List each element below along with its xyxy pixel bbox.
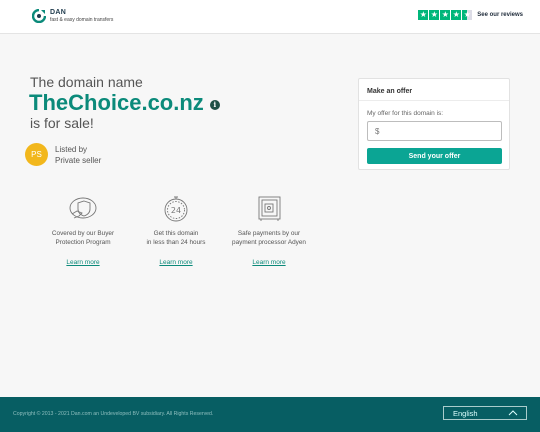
feature-text-line: payment processor Adyen <box>232 239 306 246</box>
see-reviews-link[interactable]: See our reviews <box>477 12 523 18</box>
feature-fast-transfer: 24 Get this domain in less than 24 hours… <box>131 194 221 269</box>
language-selector[interactable]: English <box>443 406 527 420</box>
send-offer-button[interactable]: Send your offer <box>367 148 502 164</box>
feature-safe-payments: Safe payments by our payment processor A… <box>224 194 314 269</box>
language-label: English <box>453 408 478 418</box>
domain-lead-text: The domain name <box>30 74 143 90</box>
chevron-up-icon <box>508 409 518 417</box>
offer-title: Make an offer <box>359 79 509 101</box>
svg-text:24: 24 <box>171 206 181 215</box>
feature-text-line: in less than 24 hours <box>146 239 206 246</box>
feature-text-line: Covered by our Buyer <box>51 230 115 237</box>
star-icon: ★ <box>451 10 462 20</box>
clock-24-icon: 24 <box>161 194 191 224</box>
site-footer: Copyright © 2013 - 2021 Dan.com an Undev… <box>0 397 540 432</box>
seller-info: PS Listed by Private seller <box>25 143 101 166</box>
rating-stars: ★ ★ ★ ★ ★ <box>418 10 473 20</box>
feature-text-line: Protection Program <box>55 239 111 246</box>
learn-more-link[interactable]: Learn more <box>66 259 99 266</box>
star-icon: ★ <box>418 10 429 20</box>
dan-logo[interactable]: DAN fast & easy domain transfers <box>31 8 114 24</box>
site-header: DAN fast & easy domain transfers ★ ★ ★ ★… <box>0 0 540 34</box>
learn-more-link[interactable]: Learn more <box>159 259 192 266</box>
for-sale-text: is for sale! <box>30 115 94 131</box>
brand-name: DAN <box>50 9 67 16</box>
half-star-icon: ★ <box>462 10 473 20</box>
seller-name: Private seller <box>55 155 102 165</box>
copyright-text: Copyright © 2013 - 2021 Dan.com an Undev… <box>13 411 214 417</box>
safe-icon <box>254 194 284 224</box>
dan-logo-icon <box>31 8 47 24</box>
brand-tagline: fast & easy domain transfers <box>50 17 114 23</box>
info-icon[interactable]: i <box>209 99 220 110</box>
shield-hand-icon <box>68 194 98 224</box>
domain-name: TheChoice.co.nz <box>29 90 204 115</box>
offer-amount-input[interactable]: $ <box>367 121 502 141</box>
trustpilot-reviews[interactable]: ★ ★ ★ ★ ★ See our reviews <box>418 10 523 20</box>
offer-label: My offer for this domain is: <box>367 110 444 117</box>
feature-text-line: Safe payments by our <box>237 230 301 237</box>
offer-panel: Make an offer My offer for this domain i… <box>358 78 510 170</box>
feature-text-line: Get this domain <box>153 230 199 237</box>
avatar: PS <box>25 143 48 166</box>
star-icon: ★ <box>429 10 440 20</box>
feature-buyer-protection: Covered by our Buyer Protection Program … <box>38 194 128 269</box>
listed-by-label: Listed by <box>55 144 88 154</box>
domain-title: TheChoice.co.nz i <box>29 90 220 116</box>
star-icon: ★ <box>440 10 451 20</box>
learn-more-link[interactable]: Learn more <box>252 259 285 266</box>
